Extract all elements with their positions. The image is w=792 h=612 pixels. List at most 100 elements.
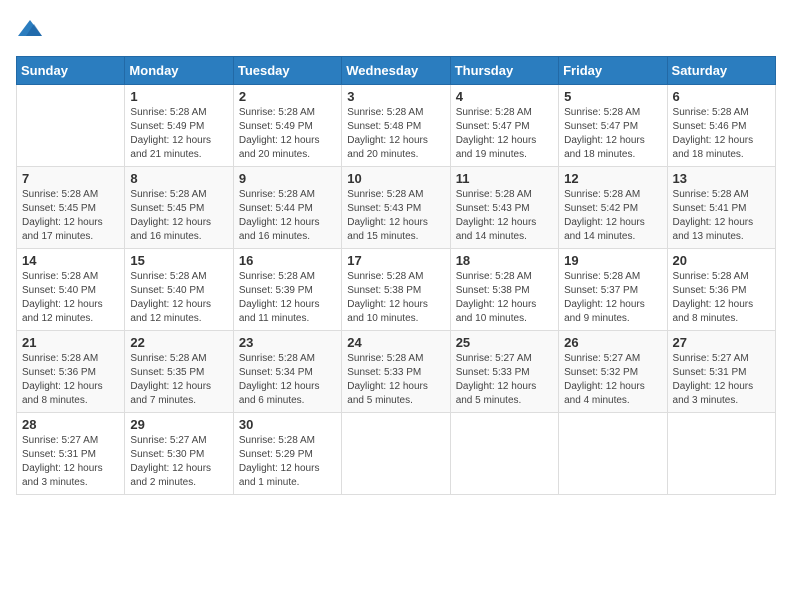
day-info: Sunrise: 5:27 AM Sunset: 5:31 PM Dayligh… — [22, 434, 119, 490]
calendar-cell — [450, 413, 558, 495]
day-number: 10 — [347, 171, 444, 186]
day-number: 14 — [22, 253, 119, 268]
calendar-table: SundayMondayTuesdayWednesdayThursdayFrid… — [16, 56, 776, 495]
calendar-cell: 4 Sunrise: 5:28 AM Sunset: 5:47 PM Daylig… — [450, 85, 558, 167]
calendar-cell: 23 Sunrise: 5:28 AM Sunset: 5:34 PM Dayli… — [233, 331, 341, 413]
day-number: 27 — [673, 335, 770, 350]
day-info: Sunrise: 5:28 AM Sunset: 5:38 PM Dayligh… — [456, 270, 553, 326]
day-number: 23 — [239, 335, 336, 350]
day-info: Sunrise: 5:28 AM Sunset: 5:47 PM Dayligh… — [456, 106, 553, 162]
day-number: 1 — [130, 89, 227, 104]
day-number: 28 — [22, 417, 119, 432]
header — [16, 16, 776, 44]
day-info: Sunrise: 5:28 AM Sunset: 5:45 PM Dayligh… — [22, 188, 119, 244]
calendar-cell: 7 Sunrise: 5:28 AM Sunset: 5:45 PM Daylig… — [17, 167, 125, 249]
day-number: 7 — [22, 171, 119, 186]
calendar-week-row: 1 Sunrise: 5:28 AM Sunset: 5:49 PM Daylig… — [17, 85, 776, 167]
day-number: 15 — [130, 253, 227, 268]
day-number: 11 — [456, 171, 553, 186]
calendar-cell: 19Sunrise: 5:28 AM Sunset: 5:37 PM Dayli… — [559, 249, 667, 331]
calendar-week-row: 14 Sunrise: 5:28 AM Sunset: 5:40 PM Dayli… — [17, 249, 776, 331]
day-number: 13 — [673, 171, 770, 186]
calendar-cell — [667, 413, 775, 495]
day-info: Sunrise: 5:28 AM Sunset: 5:39 PM Dayligh… — [239, 270, 336, 326]
day-info: Sunrise: 5:28 AM Sunset: 5:44 PM Dayligh… — [239, 188, 336, 244]
calendar-cell: 13 Sunrise: 5:28 AM Sunset: 5:41 PM Dayli… — [667, 167, 775, 249]
calendar-cell: 26 Sunrise: 5:27 AM Sunset: 5:32 PM Dayli… — [559, 331, 667, 413]
day-number: 6 — [673, 89, 770, 104]
day-number: 9 — [239, 171, 336, 186]
col-header-wednesday: Wednesday — [342, 57, 450, 85]
day-info: Sunrise: 5:28 AM Sunset: 5:41 PM Dayligh… — [673, 188, 770, 244]
calendar-week-row: 21 Sunrise: 5:28 AM Sunset: 5:36 PM Dayli… — [17, 331, 776, 413]
day-number: 17 — [347, 253, 444, 268]
day-info: Sunrise: 5:28 AM Sunset: 5:35 PM Dayligh… — [130, 352, 227, 408]
day-number: 19 — [564, 253, 661, 268]
day-number: 5 — [564, 89, 661, 104]
calendar-cell: 12Sunrise: 5:28 AM Sunset: 5:42 PM Dayli… — [559, 167, 667, 249]
calendar-cell: 16Sunrise: 5:28 AM Sunset: 5:39 PM Dayli… — [233, 249, 341, 331]
day-info: Sunrise: 5:28 AM Sunset: 5:36 PM Dayligh… — [22, 352, 119, 408]
col-header-sunday: Sunday — [17, 57, 125, 85]
calendar-cell — [17, 85, 125, 167]
calendar-cell: 2 Sunrise: 5:28 AM Sunset: 5:49 PM Daylig… — [233, 85, 341, 167]
calendar-cell: 9 Sunrise: 5:28 AM Sunset: 5:44 PM Daylig… — [233, 167, 341, 249]
day-number: 24 — [347, 335, 444, 350]
calendar-cell: 3 Sunrise: 5:28 AM Sunset: 5:48 PM Daylig… — [342, 85, 450, 167]
calendar-cell: 11 Sunrise: 5:28 AM Sunset: 5:43 PM Dayli… — [450, 167, 558, 249]
calendar-cell: 29Sunrise: 5:27 AM Sunset: 5:30 PM Dayli… — [125, 413, 233, 495]
day-number: 25 — [456, 335, 553, 350]
calendar-cell: 6 Sunrise: 5:28 AM Sunset: 5:46 PM Daylig… — [667, 85, 775, 167]
day-number: 18 — [456, 253, 553, 268]
day-info: Sunrise: 5:28 AM Sunset: 5:49 PM Dayligh… — [130, 106, 227, 162]
day-number: 22 — [130, 335, 227, 350]
day-info: Sunrise: 5:28 AM Sunset: 5:34 PM Dayligh… — [239, 352, 336, 408]
day-number: 4 — [456, 89, 553, 104]
col-header-monday: Monday — [125, 57, 233, 85]
day-info: Sunrise: 5:28 AM Sunset: 5:43 PM Dayligh… — [347, 188, 444, 244]
calendar-cell: 22 Sunrise: 5:28 AM Sunset: 5:35 PM Dayli… — [125, 331, 233, 413]
day-number: 3 — [347, 89, 444, 104]
day-number: 12 — [564, 171, 661, 186]
day-number: 26 — [564, 335, 661, 350]
calendar-cell: 8 Sunrise: 5:28 AM Sunset: 5:45 PM Daylig… — [125, 167, 233, 249]
day-number: 21 — [22, 335, 119, 350]
day-number: 20 — [673, 253, 770, 268]
day-info: Sunrise: 5:28 AM Sunset: 5:48 PM Dayligh… — [347, 106, 444, 162]
day-info: Sunrise: 5:28 AM Sunset: 5:43 PM Dayligh… — [456, 188, 553, 244]
day-info: Sunrise: 5:28 AM Sunset: 5:45 PM Dayligh… — [130, 188, 227, 244]
day-number: 8 — [130, 171, 227, 186]
calendar-cell: 1 Sunrise: 5:28 AM Sunset: 5:49 PM Daylig… — [125, 85, 233, 167]
day-info: Sunrise: 5:28 AM Sunset: 5:47 PM Dayligh… — [564, 106, 661, 162]
calendar-cell: 27 Sunrise: 5:27 AM Sunset: 5:31 PM Dayli… — [667, 331, 775, 413]
calendar-cell: 14 Sunrise: 5:28 AM Sunset: 5:40 PM Dayli… — [17, 249, 125, 331]
day-info: Sunrise: 5:28 AM Sunset: 5:46 PM Dayligh… — [673, 106, 770, 162]
day-info: Sunrise: 5:28 AM Sunset: 5:49 PM Dayligh… — [239, 106, 336, 162]
day-number: 30 — [239, 417, 336, 432]
day-info: Sunrise: 5:28 AM Sunset: 5:33 PM Dayligh… — [347, 352, 444, 408]
calendar-cell: 28 Sunrise: 5:27 AM Sunset: 5:31 PM Dayli… — [17, 413, 125, 495]
day-info: Sunrise: 5:27 AM Sunset: 5:32 PM Dayligh… — [564, 352, 661, 408]
calendar-cell: 15 Sunrise: 5:28 AM Sunset: 5:40 PM Dayli… — [125, 249, 233, 331]
calendar-cell: 18 Sunrise: 5:28 AM Sunset: 5:38 PM Dayli… — [450, 249, 558, 331]
calendar-header-row: SundayMondayTuesdayWednesdayThursdayFrid… — [17, 57, 776, 85]
day-number: 2 — [239, 89, 336, 104]
day-info: Sunrise: 5:27 AM Sunset: 5:31 PM Dayligh… — [673, 352, 770, 408]
calendar-cell: 24 Sunrise: 5:28 AM Sunset: 5:33 PM Dayli… — [342, 331, 450, 413]
calendar-cell: 5 Sunrise: 5:28 AM Sunset: 5:47 PM Daylig… — [559, 85, 667, 167]
generalblue-logo-icon — [16, 16, 44, 44]
calendar-cell: 20Sunrise: 5:28 AM Sunset: 5:36 PM Dayli… — [667, 249, 775, 331]
col-header-friday: Friday — [559, 57, 667, 85]
logo — [16, 16, 48, 44]
calendar-cell: 30Sunrise: 5:28 AM Sunset: 5:29 PM Dayli… — [233, 413, 341, 495]
day-info: Sunrise: 5:28 AM Sunset: 5:40 PM Dayligh… — [130, 270, 227, 326]
day-info: Sunrise: 5:27 AM Sunset: 5:33 PM Dayligh… — [456, 352, 553, 408]
day-info: Sunrise: 5:28 AM Sunset: 5:38 PM Dayligh… — [347, 270, 444, 326]
calendar-week-row: 28 Sunrise: 5:27 AM Sunset: 5:31 PM Dayli… — [17, 413, 776, 495]
calendar-cell — [342, 413, 450, 495]
col-header-tuesday: Tuesday — [233, 57, 341, 85]
calendar-week-row: 7 Sunrise: 5:28 AM Sunset: 5:45 PM Daylig… — [17, 167, 776, 249]
calendar-cell — [559, 413, 667, 495]
calendar-cell: 25 Sunrise: 5:27 AM Sunset: 5:33 PM Dayli… — [450, 331, 558, 413]
day-info: Sunrise: 5:28 AM Sunset: 5:40 PM Dayligh… — [22, 270, 119, 326]
